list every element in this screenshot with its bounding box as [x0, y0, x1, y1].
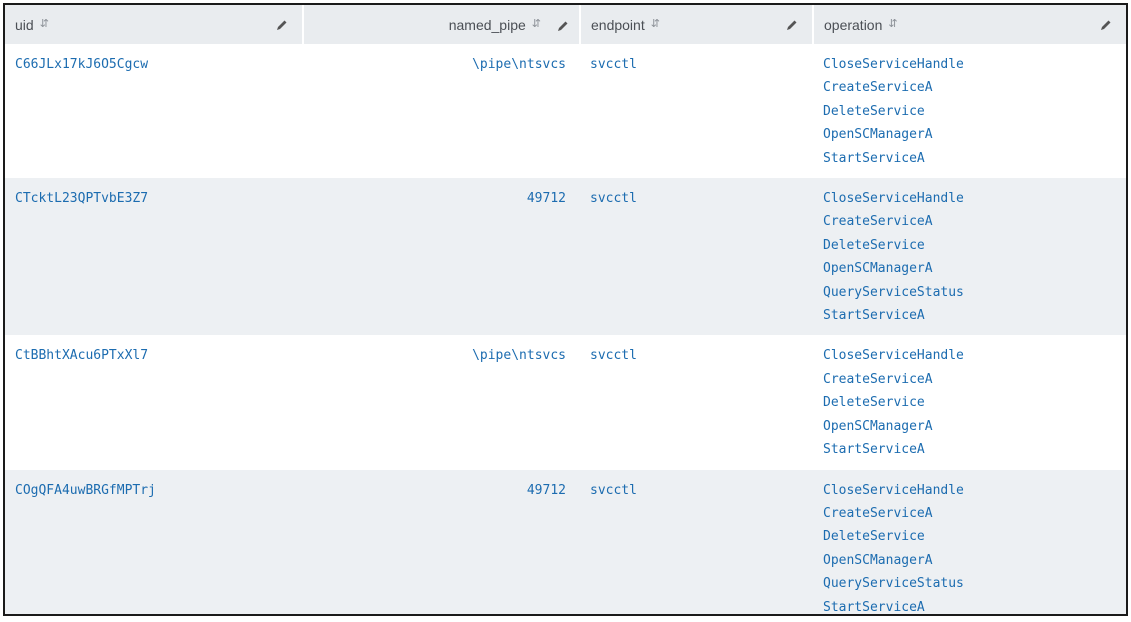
column-header-operation[interactable]: operation ⇵ [813, 5, 1126, 44]
column-header-label: named_pipe [448, 16, 526, 33]
cell-operation: CloseServiceHandle CreateServiceA Delete… [813, 178, 1126, 336]
uid-value[interactable]: CTcktL23QPTvbE3Z7 [15, 191, 148, 206]
operation-value[interactable]: QueryServiceStatus [823, 281, 1116, 304]
operation-value[interactable]: DeleteService [823, 234, 1116, 257]
column-header-label: operation [824, 16, 883, 33]
operation-value[interactable]: StartServiceA [823, 304, 1116, 327]
cell-uid: C66JLx17kJ6O5Cgcw [5, 44, 303, 179]
pencil-icon[interactable] [786, 18, 798, 30]
column-header-named-pipe[interactable]: named_pipe ⇵ [303, 5, 581, 44]
header-row: uid ⇵ named_pipe ⇵ endpoint ⇵ operation … [5, 5, 1126, 44]
operation-value[interactable]: CloseServiceHandle [823, 344, 1116, 367]
uid-value[interactable]: COgQFA4uwBRGfMPTrj [15, 483, 156, 498]
cell-operation: CloseServiceHandle CreateServiceA Delete… [813, 335, 1126, 470]
column-header-label: endpoint [591, 16, 645, 33]
uid-value[interactable]: C66JLx17kJ6O5Cgcw [15, 57, 148, 72]
cell-named-pipe: \pipe\ntsvcs [303, 335, 580, 470]
cell-endpoint: svcctl [580, 469, 813, 614]
cell-named-pipe: 49712 [303, 178, 580, 336]
sort-icon[interactable]: ⇵ [40, 17, 49, 30]
pencil-icon[interactable] [276, 18, 288, 30]
column-header-label: uid [15, 16, 34, 33]
table-row: COgQFA4uwBRGfMPTrj 49712 svcctl CloseSer… [5, 469, 1126, 614]
column-header-endpoint[interactable]: endpoint ⇵ [580, 5, 814, 44]
operation-value[interactable]: OpenSCManagerA [823, 549, 1116, 572]
operation-value[interactable]: CreateServiceA [823, 502, 1116, 525]
cell-endpoint: svcctl [580, 44, 813, 179]
operation-value[interactable]: CreateServiceA [823, 368, 1116, 391]
operation-value[interactable]: OpenSCManagerA [823, 123, 1116, 146]
results-table-panel: uid ⇵ named_pipe ⇵ endpoint ⇵ operation … [3, 3, 1128, 616]
results-table: uid ⇵ named_pipe ⇵ endpoint ⇵ operation … [5, 5, 1126, 614]
cell-uid: CtBBhtXAcu6PTxXl7 [5, 335, 303, 470]
column-header-uid[interactable]: uid ⇵ [5, 5, 304, 44]
endpoint-value[interactable]: svcctl [590, 191, 637, 206]
cell-endpoint: svcctl [580, 335, 813, 470]
table-row: C66JLx17kJ6O5Cgcw \pipe\ntsvcs svcctl Cl… [5, 44, 1126, 179]
operation-value[interactable]: StartServiceA [823, 438, 1116, 461]
cell-named-pipe: \pipe\ntsvcs [303, 44, 580, 179]
table-row: CtBBhtXAcu6PTxXl7 \pipe\ntsvcs svcctl Cl… [5, 335, 1126, 470]
table-row: CTcktL23QPTvbE3Z7 49712 svcctl CloseServ… [5, 178, 1126, 336]
sort-icon[interactable]: ⇵ [532, 17, 541, 30]
cell-endpoint: svcctl [580, 178, 813, 336]
endpoint-value[interactable]: svcctl [590, 483, 637, 498]
endpoint-value[interactable]: svcctl [590, 57, 637, 72]
cell-named-pipe: 49712 [303, 469, 580, 614]
sort-icon[interactable]: ⇵ [651, 17, 660, 30]
operation-value[interactable]: CloseServiceHandle [823, 187, 1116, 210]
named-pipe-value[interactable]: \pipe\ntsvcs [472, 348, 566, 363]
operation-value[interactable]: CloseServiceHandle [823, 53, 1116, 76]
named-pipe-value[interactable]: \pipe\ntsvcs [472, 57, 566, 72]
operation-value[interactable]: OpenSCManagerA [823, 257, 1116, 280]
operation-value[interactable]: QueryServiceStatus [823, 572, 1116, 595]
operation-value[interactable]: DeleteService [823, 391, 1116, 414]
cell-operation: CloseServiceHandle CreateServiceA Delete… [813, 469, 1126, 614]
operation-value[interactable]: DeleteService [823, 525, 1116, 548]
operation-value[interactable]: OpenSCManagerA [823, 415, 1116, 438]
endpoint-value[interactable]: svcctl [590, 348, 637, 363]
pencil-icon[interactable] [1100, 18, 1112, 30]
operation-value[interactable]: CreateServiceA [823, 210, 1116, 233]
uid-value[interactable]: CtBBhtXAcu6PTxXl7 [15, 348, 148, 363]
operation-value[interactable]: StartServiceA [823, 596, 1116, 614]
cell-operation: CloseServiceHandle CreateServiceA Delete… [813, 44, 1126, 179]
named-pipe-value[interactable]: 49712 [527, 483, 566, 498]
operation-value[interactable]: CloseServiceHandle [823, 479, 1116, 502]
named-pipe-value[interactable]: 49712 [527, 191, 566, 206]
operation-value[interactable]: CreateServiceA [823, 76, 1116, 99]
cell-uid: COgQFA4uwBRGfMPTrj [5, 469, 303, 614]
sort-icon[interactable]: ⇵ [888, 17, 897, 30]
operation-value[interactable]: StartServiceA [823, 147, 1116, 170]
pencil-icon[interactable] [557, 19, 569, 31]
cell-uid: CTcktL23QPTvbE3Z7 [5, 178, 303, 336]
operation-value[interactable]: DeleteService [823, 100, 1116, 123]
